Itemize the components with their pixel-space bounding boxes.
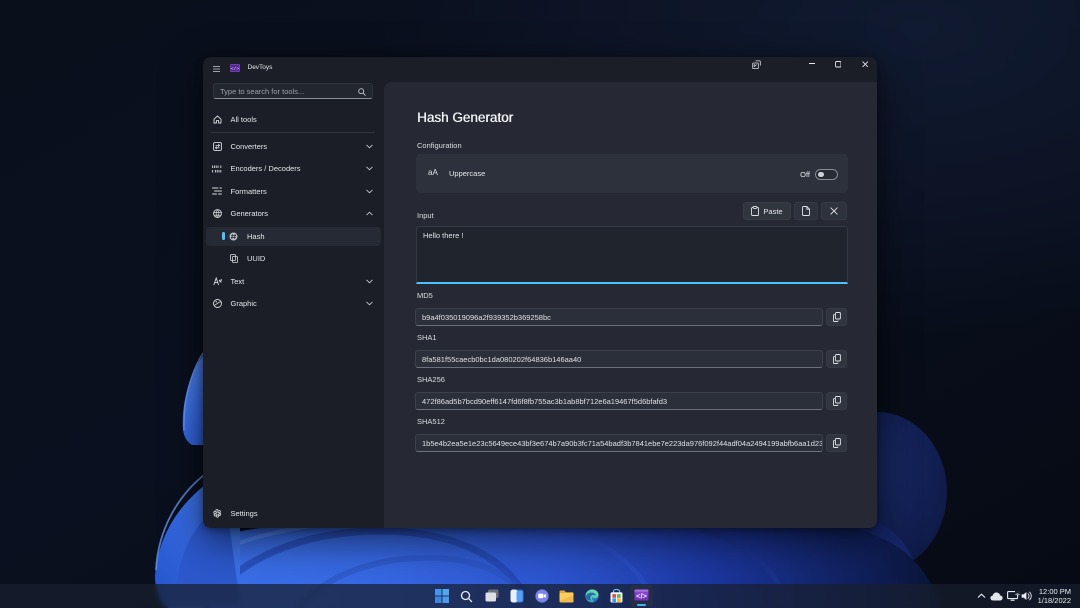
svg-text:</>: </> [636, 591, 647, 600]
svg-text:</>: </> [231, 66, 240, 72]
